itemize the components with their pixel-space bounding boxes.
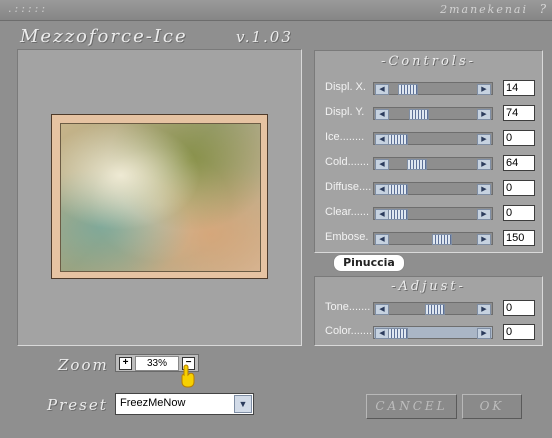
right-arrow-icon[interactable]: ▶ [477,109,491,120]
app-title: Mezzoforce-Ice [20,26,188,47]
control-value-input[interactable]: 0 [503,180,535,196]
control-row: Embose. ◀ ▶ 150 [315,230,542,248]
preset-value: FreezMeNow [120,397,186,409]
control-label: Displ. Y. [325,106,365,118]
preview-frame [51,114,268,279]
left-arrow-icon[interactable]: ◀ [375,134,389,145]
author-name: 2manekenai [440,3,528,16]
adjust-slider[interactable]: ◀ ▶ [373,302,493,315]
control-slider[interactable]: ◀ ▶ [373,107,493,120]
zoom-in-button[interactable]: + [119,357,132,370]
adjust-slider[interactable]: ◀ ▶ [373,326,493,339]
left-arrow-icon[interactable]: ◀ [375,234,389,245]
control-label: Diffuse.... [325,181,372,193]
control-label: Ice........ [325,131,365,143]
preset-select[interactable]: FreezMeNow ▼ [115,393,254,415]
adjust-label: Color....... [325,325,373,337]
help-button[interactable]: ? [540,2,546,16]
control-row: Diffuse.... ◀ ▶ 0 [315,180,542,198]
control-row: Clear...... ◀ ▶ 0 [315,205,542,223]
control-slider-thumb[interactable] [432,234,452,245]
control-label: Embose. [325,231,369,243]
control-row: Displ. Y. ◀ ▶ 74 [315,105,542,123]
control-value-input[interactable]: 74 [503,105,535,121]
right-arrow-icon[interactable]: ▶ [477,304,491,315]
control-label: Clear...... [325,206,370,218]
chevron-down-icon[interactable]: ▼ [234,395,252,413]
adjust-slider-thumb[interactable] [388,328,408,339]
pinuccia-badge: Pinuccia [333,254,405,272]
preview-panel[interactable] [17,49,302,346]
control-slider[interactable]: ◀ ▶ [373,232,493,245]
control-slider-thumb[interactable] [388,184,408,195]
right-arrow-icon[interactable]: ▶ [477,159,491,170]
control-slider[interactable]: ◀ ▶ [373,132,493,145]
control-slider-thumb[interactable] [398,84,418,95]
control-row: Displ. X. ◀ ▶ 14 [315,80,542,98]
app-version: v.1.03 [236,28,293,46]
adjust-row: Tone....... ◀ ▶ 0 [315,300,542,318]
left-arrow-icon[interactable]: ◀ [375,184,389,195]
adjust-value-input[interactable]: 0 [503,300,535,316]
preset-label: Preset [47,396,108,414]
control-slider[interactable]: ◀ ▶ [373,207,493,220]
control-value-input[interactable]: 0 [503,130,535,146]
control-value-input[interactable]: 14 [503,80,535,96]
left-arrow-icon[interactable]: ◀ [375,304,389,315]
adjust-panel: -Adjust- Tone....... ◀ ▶ 0 Color....... ◀ ▶ 0 [314,276,543,346]
preview-image[interactable] [60,123,261,272]
right-arrow-icon[interactable]: ▶ [477,84,491,95]
control-slider-thumb[interactable] [409,109,429,120]
control-slider[interactable]: ◀ ▶ [373,182,493,195]
adjust-slider-thumb[interactable] [425,304,445,315]
control-slider-thumb[interactable] [388,134,408,145]
control-slider[interactable]: ◀ ▶ [373,157,493,170]
left-arrow-icon[interactable]: ◀ [375,84,389,95]
zoom-value: 33% [135,356,179,371]
control-slider-thumb[interactable] [407,159,427,170]
pointing-hand-icon [181,364,195,388]
control-label: Cold....... [325,156,370,168]
control-value-input[interactable]: 150 [503,230,535,246]
controls-panel: -Controls- Displ. X. ◀ ▶ 14 Displ. Y. ◀ ▶ 74 Ice… [314,50,543,253]
right-arrow-icon[interactable]: ▶ [477,184,491,195]
control-value-input[interactable]: 64 [503,155,535,171]
ok-button[interactable]: OK [462,394,522,419]
adjust-row: Color....... ◀ ▶ 0 [315,324,542,342]
right-arrow-icon[interactable]: ▶ [477,234,491,245]
title-bar: .::::: 2manekenai ? [0,0,552,21]
control-slider-thumb[interactable] [388,209,408,220]
control-value-input[interactable]: 0 [503,205,535,221]
adjust-title: -Adjust- [391,279,466,294]
right-arrow-icon[interactable]: ▶ [477,134,491,145]
control-row: Ice........ ◀ ▶ 0 [315,130,542,148]
controls-title: -Controls- [380,54,477,69]
zoom-label: Zoom [58,356,109,374]
adjust-label: Tone....... [325,301,371,313]
right-arrow-icon[interactable]: ▶ [477,328,491,339]
right-arrow-icon[interactable]: ▶ [477,209,491,220]
control-row: Cold....... ◀ ▶ 64 [315,155,542,173]
adjust-value-input[interactable]: 0 [503,324,535,340]
cancel-button[interactable]: CANCEL [366,394,457,419]
control-label: Displ. X. [325,81,366,93]
left-arrow-icon[interactable]: ◀ [375,159,389,170]
left-arrow-icon[interactable]: ◀ [375,209,389,220]
left-arrow-icon[interactable]: ◀ [375,328,389,339]
control-slider[interactable]: ◀ ▶ [373,82,493,95]
title-dots: .::::: [8,2,49,15]
left-arrow-icon[interactable]: ◀ [375,109,389,120]
